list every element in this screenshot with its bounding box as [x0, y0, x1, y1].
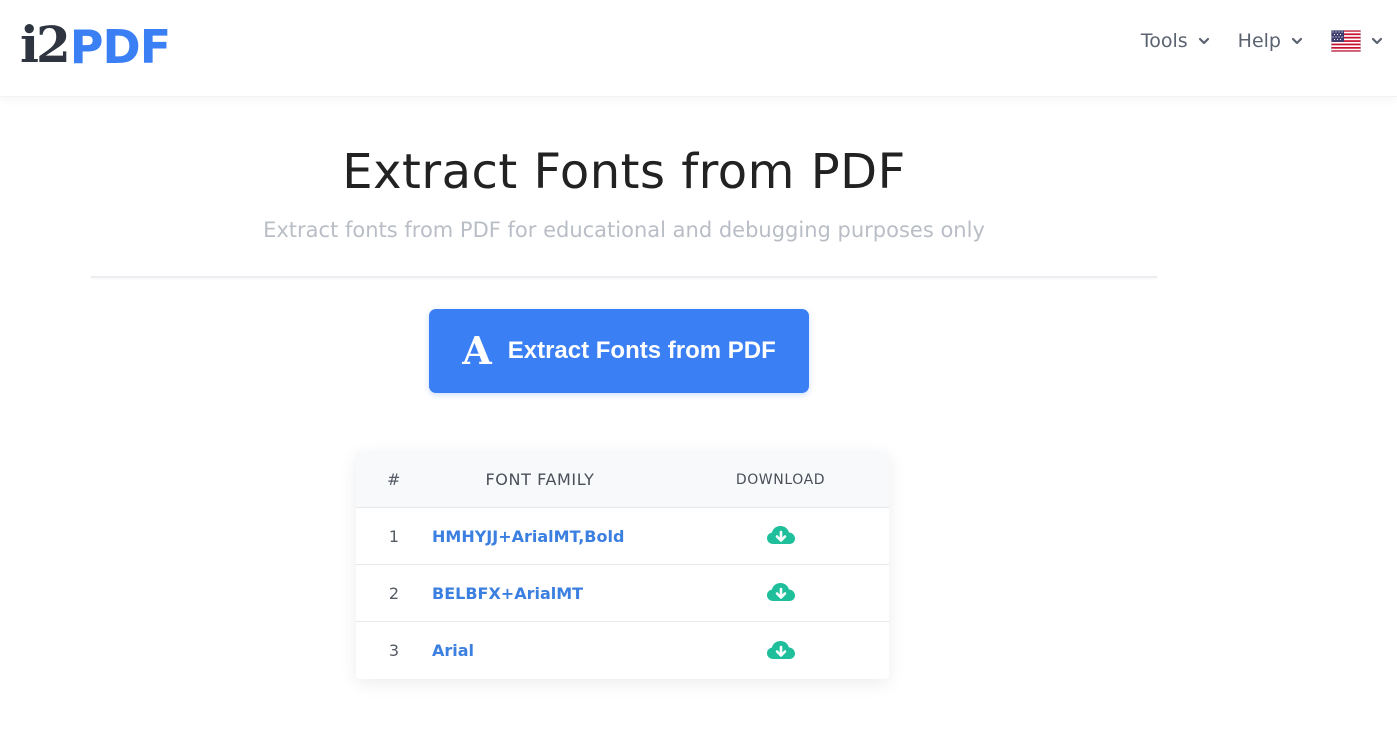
- i2pdf-logo[interactable]: i2 PDF: [20, 15, 171, 74]
- logo-brand: PDF: [69, 20, 171, 74]
- cloud-download-icon[interactable]: [766, 581, 796, 605]
- main-nav: Tools Help: [1141, 24, 1397, 58]
- us-flag-icon: [1331, 30, 1361, 52]
- language-selector[interactable]: [1331, 30, 1383, 52]
- header-download: DOWNLOAD: [735, 471, 826, 488]
- nav-tools-label: Tools: [1140, 30, 1188, 52]
- nav-help-label: Help: [1237, 30, 1281, 52]
- nav-tools-dropdown[interactable]: Tools: [1141, 30, 1210, 52]
- cloud-download-icon[interactable]: [766, 639, 796, 663]
- section-divider: [91, 276, 1157, 278]
- header-num: #: [386, 470, 401, 489]
- chevron-down-icon: [1198, 37, 1209, 45]
- chevron-down-icon: [1291, 37, 1303, 45]
- row-number: 3: [388, 641, 400, 660]
- row-number: 2: [388, 583, 400, 603]
- row-number: 1: [388, 526, 400, 546]
- chevron-down-icon: [1371, 37, 1383, 45]
- table-row: 2 BELBFX+ArialMT: [356, 565, 889, 622]
- table-row: 1 HMHYJJ+ArialMT,Bold: [356, 508, 889, 565]
- font-family-link[interactable]: HMHYJJ+ArialMT,Bold: [432, 527, 624, 546]
- extract-fonts-button[interactable]: A Extract Fonts from PDF: [429, 309, 809, 393]
- font-family-link[interactable]: Arial: [432, 641, 474, 660]
- nav-help-dropdown[interactable]: Help: [1238, 30, 1303, 52]
- fonts-table: # FONT FAMILY DOWNLOAD 1 HMHYJJ+ArialMT,…: [356, 452, 889, 679]
- page-subtitle: Extract fonts from PDF for educational a…: [263, 218, 985, 242]
- font-letter-icon: A: [462, 328, 492, 373]
- cloud-download-icon[interactable]: [766, 524, 796, 548]
- table-row: 3 Arial: [356, 622, 889, 679]
- extract-fonts-button-label: Extract Fonts from PDF: [507, 337, 776, 364]
- page-title: Extract Fonts from PDF: [342, 144, 906, 200]
- table-header: # FONT FAMILY DOWNLOAD: [356, 452, 889, 508]
- header-font-family: FONT FAMILY: [485, 470, 595, 489]
- top-navbar: i2 PDF Tools Help: [0, 0, 1397, 97]
- logo-prefix: i2: [20, 15, 71, 74]
- font-family-link[interactable]: BELBFX+ArialMT: [432, 584, 583, 603]
